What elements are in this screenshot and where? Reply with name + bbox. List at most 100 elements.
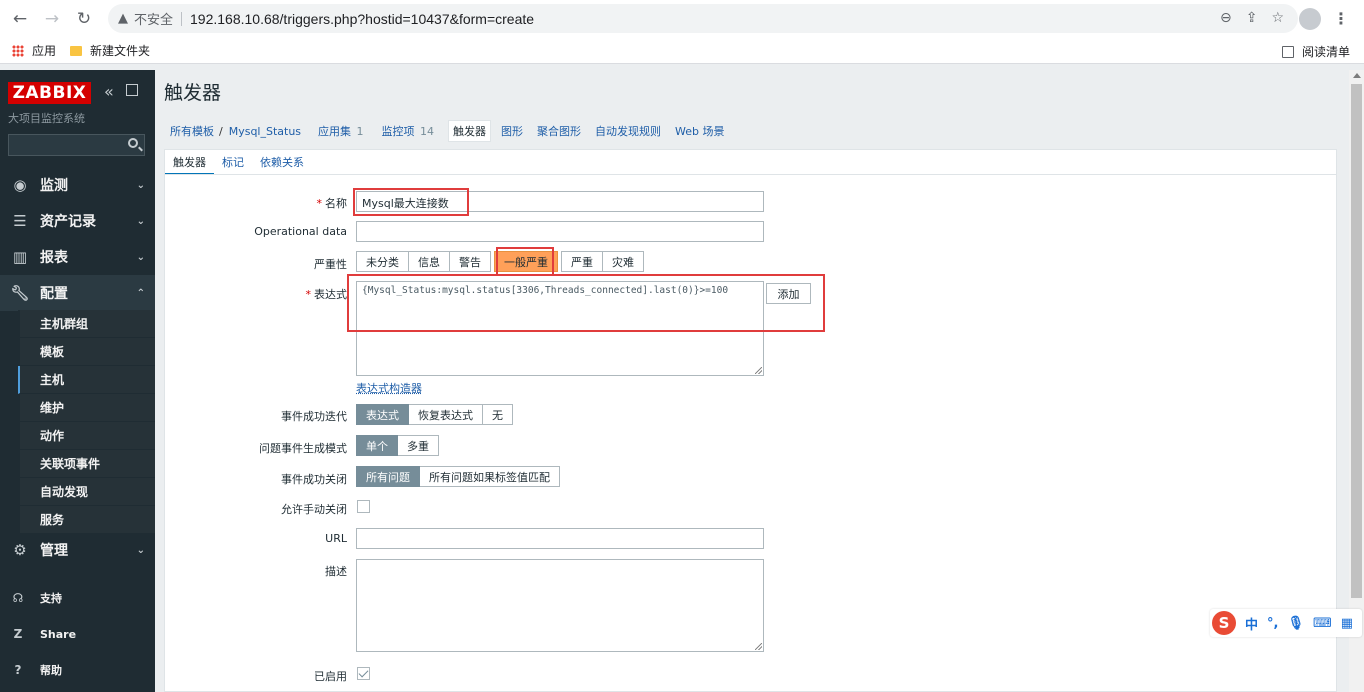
kiosk-mode-icon[interactable] [126, 84, 138, 96]
ime-toolbar: S 中 °, 🎙︎ ⌨ ▦ [1210, 609, 1362, 637]
microphone-icon[interactable]: 🎙︎ [1287, 616, 1304, 631]
submenu-host-groups[interactable]: 主机群组 [18, 310, 155, 338]
form-tab-dependencies[interactable]: 依赖关系 [252, 150, 312, 175]
breadcrumb-host[interactable]: Mysql_Status [229, 125, 301, 138]
menu-label: 帮助 [40, 664, 62, 677]
eye-icon: ◉ [13, 176, 27, 194]
description-textarea[interactable] [356, 559, 764, 652]
bookmarks-bar: 应用 新建文件夹 阅读清单 [0, 38, 1364, 64]
severity-label: 严重性 [314, 258, 347, 271]
manual-close-checkbox[interactable] [357, 500, 370, 513]
enabled-label: 已启用 [314, 670, 347, 683]
tab-count: 14 [420, 125, 435, 138]
star-icon[interactable]: ☆ [1271, 10, 1284, 26]
address-bar[interactable]: ▲ 不安全 192.168.10.68/triggers.php?hostid=… [108, 4, 1298, 33]
submenu-services[interactable]: 服务 [18, 506, 155, 534]
browser-menu-icon[interactable]: ⋮ [1333, 9, 1349, 28]
problem-mode-label: 问题事件生成模式 [259, 442, 347, 455]
profile-avatar[interactable] [1299, 8, 1321, 30]
sidebar: ZABBIX « 大项目监控系统 ◉ 监测 ⌄ ☰ 资产记录 ⌄ ▥ 报表 ⌄ … [0, 70, 155, 692]
enabled-checkbox[interactable] [357, 667, 370, 680]
tab-label: 应用集 [318, 125, 352, 138]
tab-screens[interactable]: 聚合图形 [533, 121, 585, 141]
menu-configuration[interactable]: 🔧︎ 配置 ⌃ [0, 275, 155, 311]
expression-constructor-link[interactable]: 表达式构造器 [356, 380, 422, 396]
gear-icon: ⚙ [13, 541, 27, 559]
ok-event-recovery-expression[interactable]: 恢复表达式 [409, 404, 483, 425]
form-tab-tags[interactable]: 标记 [214, 150, 252, 175]
chevron-down-icon: ⌄ [136, 251, 145, 263]
ok-event-generation-label: 事件成功迭代 [281, 410, 347, 423]
submenu-actions[interactable]: 动作 [18, 422, 155, 450]
menu-administration[interactable]: ⚙ 管理 ⌄ [0, 532, 155, 568]
resize-handle-icon[interactable] [755, 367, 762, 374]
tab-triggers[interactable]: 触发器 [448, 120, 492, 142]
resize-handle-icon[interactable] [755, 643, 762, 650]
required-marker: * [305, 288, 312, 301]
bookmark-new-folder[interactable]: 新建文件夹 [90, 42, 150, 59]
ime-punctuation-toggle[interactable]: °, [1267, 616, 1278, 631]
form-tab-trigger[interactable]: 触发器 [165, 150, 214, 175]
severity-not-classified[interactable]: 未分类 [356, 251, 409, 272]
scrollbar-thumb[interactable] [1351, 84, 1362, 598]
submenu-discovery[interactable]: 自动发现 [18, 478, 155, 506]
tab-graphs[interactable]: 图形 [497, 121, 527, 141]
tab-discovery-rules[interactable]: 自动发现规则 [591, 121, 665, 141]
reading-list-button[interactable]: 阅读清单 [1281, 43, 1350, 60]
menu-label: 报表 [40, 250, 68, 266]
url-label: URL [325, 532, 347, 545]
share-page-icon[interactable]: ⇪ [1246, 10, 1258, 26]
forward-icon[interactable]: → [40, 7, 64, 31]
zabbix-logo[interactable]: ZABBIX [8, 82, 91, 104]
menu-reports[interactable]: ▥ 报表 ⌄ [0, 239, 155, 275]
zoom-icon[interactable]: ⊖ [1220, 10, 1232, 26]
menu-inventory[interactable]: ☰ 资产记录 ⌄ [0, 203, 155, 239]
ok-close-tag-match[interactable]: 所有问题如果标签值匹配 [420, 466, 560, 487]
menu-help[interactable]: ? 帮助 [0, 655, 155, 685]
bookmark-apps[interactable]: 应用 [32, 42, 56, 59]
severity-warning[interactable]: 警告 [450, 251, 491, 272]
grid-menu-icon[interactable]: ▦ [1341, 616, 1353, 631]
reload-icon[interactable]: ↻ [72, 7, 96, 31]
ok-close-label: 事件成功关闭 [281, 473, 347, 486]
menu-support[interactable]: ☊ 支持 [0, 583, 155, 613]
submenu-hosts[interactable]: 主机 [18, 366, 155, 394]
ok-event-none[interactable]: 无 [483, 404, 513, 425]
collapse-sidebar-icon[interactable]: « [104, 82, 114, 101]
submenu-maintenance[interactable]: 维护 [18, 394, 155, 422]
ok-event-expression[interactable]: 表达式 [356, 404, 409, 425]
search-icon[interactable] [128, 138, 138, 148]
scroll-up-icon[interactable] [1353, 73, 1361, 78]
sidebar-search-input[interactable] [8, 134, 145, 156]
problem-mode-multiple[interactable]: 多重 [398, 435, 439, 456]
warning-icon: ▲ [118, 11, 128, 26]
severity-high[interactable]: 严重 [561, 251, 603, 272]
severity-disaster[interactable]: 灾难 [603, 251, 644, 272]
sogou-logo-icon[interactable]: S [1212, 611, 1236, 635]
menu-share[interactable]: Z Share [0, 619, 155, 649]
manual-close-label: 允许手动关闭 [281, 503, 347, 516]
keyboard-icon[interactable]: ⌨ [1313, 616, 1332, 631]
operational-data-input[interactable] [356, 221, 764, 242]
config-submenu: 主机群组 模板 主机 维护 动作 关联项事件 自动发现 服务 [18, 310, 155, 534]
menu-monitoring[interactable]: ◉ 监测 ⌄ [0, 167, 155, 203]
wrench-icon: 🔧︎ [10, 284, 30, 302]
problem-mode-selector: 单个 多重 [356, 435, 439, 456]
problem-mode-single[interactable]: 单个 [356, 435, 398, 456]
breadcrumb-all-templates[interactable]: 所有模板 [170, 123, 214, 139]
url-input[interactable] [356, 528, 764, 549]
back-icon[interactable]: ← [8, 7, 32, 31]
severity-information[interactable]: 信息 [409, 251, 450, 272]
ime-mode-toggle[interactable]: 中 [1245, 614, 1258, 633]
apps-icon[interactable] [12, 44, 24, 57]
tab-web-scenarios[interactable]: Web 场景 [671, 121, 728, 141]
tab-items[interactable]: 监控项 14 [378, 121, 439, 141]
name-label: * 名称 [167, 195, 348, 211]
tab-applications[interactable]: 应用集 1 [314, 121, 368, 141]
submenu-templates[interactable]: 模板 [18, 338, 155, 366]
submenu-event-correlation[interactable]: 关联项事件 [18, 450, 155, 478]
required-marker: * [316, 197, 323, 210]
ok-close-all-problems[interactable]: 所有问题 [356, 466, 420, 487]
page-scrollbar[interactable] [1349, 70, 1364, 692]
url-text[interactable]: 192.168.10.68/triggers.php?hostid=10437&… [190, 11, 534, 27]
